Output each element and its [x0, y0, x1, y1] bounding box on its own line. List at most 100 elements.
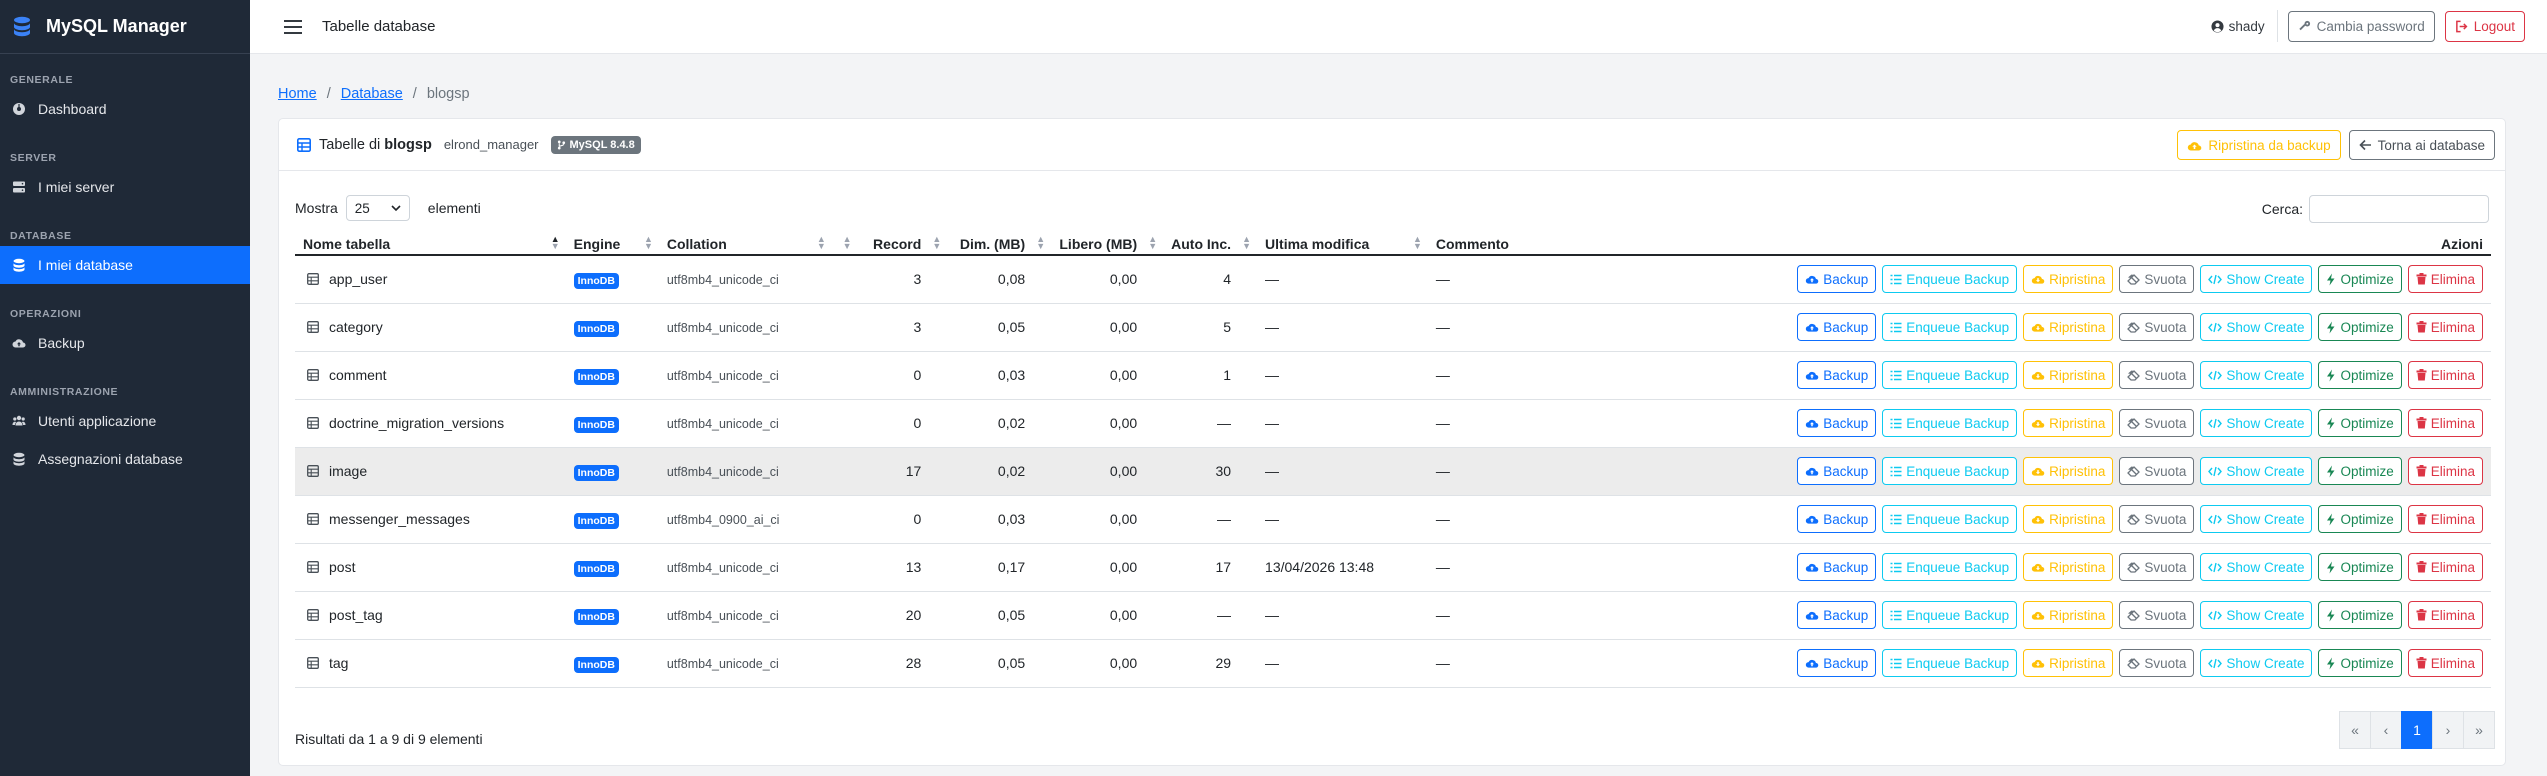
- restore-from-backup-button[interactable]: Ripristina da backup: [2177, 130, 2341, 160]
- column-header-8[interactable]: Auto Inc. ▲ ▼: [1163, 233, 1258, 256]
- sidebar-item-dashboard[interactable]: Dashboard: [0, 90, 250, 128]
- last-page-button[interactable]: »: [2463, 711, 2495, 749]
- sidebar-item-servers[interactable]: I miei server: [0, 168, 250, 206]
- column-header-2[interactable]: Engine ▲ ▼: [565, 233, 659, 256]
- column-header-9[interactable]: Ultima modifica ▲ ▼: [1257, 233, 1428, 256]
- sidebar-item-app-users[interactable]: Utenti applicazione: [0, 402, 250, 440]
- truncate-button[interactable]: Svuota: [2119, 265, 2195, 294]
- next-page-button[interactable]: ›: [2432, 711, 2464, 749]
- optimize-button[interactable]: Optimize: [2318, 265, 2402, 294]
- restore-button[interactable]: Ripristina: [2023, 409, 2114, 437]
- show-create-button[interactable]: Show Create: [2200, 553, 2313, 581]
- page-1-button[interactable]: 1: [2401, 711, 2433, 749]
- sidebar-item-my-databases[interactable]: I miei database: [0, 246, 250, 284]
- backup-button[interactable]: Backup: [1797, 649, 1877, 677]
- show-create-button[interactable]: Show Create: [2200, 601, 2313, 629]
- enqueue-backup-button[interactable]: Enqueue Backup: [1882, 553, 2018, 581]
- delete-button[interactable]: Elimina: [2407, 457, 2483, 485]
- truncate-button[interactable]: Svuota: [2119, 505, 2195, 533]
- delete-button[interactable]: Elimina: [2407, 313, 2483, 341]
- show-create-button[interactable]: Show Create: [2200, 409, 2313, 437]
- optimize-button[interactable]: Optimize: [2318, 649, 2402, 677]
- show-create-label: Show Create: [2226, 319, 2305, 335]
- column-header-1[interactable]: Nome tabella ▲ ▼: [295, 233, 566, 256]
- first-page-button[interactable]: «: [2339, 711, 2371, 749]
- backup-button[interactable]: Backup: [1797, 313, 1877, 341]
- enqueue-backup-button[interactable]: Enqueue Backup: [1882, 409, 2018, 437]
- change-password-button[interactable]: Cambia password: [2287, 10, 2435, 42]
- truncate-button[interactable]: Svuota: [2119, 649, 2195, 677]
- optimize-button[interactable]: Optimize: [2318, 457, 2402, 485]
- restore-button[interactable]: Ripristina: [2023, 265, 2114, 294]
- backup-button[interactable]: Backup: [1797, 361, 1877, 389]
- show-create-button[interactable]: Show Create: [2200, 265, 2313, 294]
- table-cell: 0,08: [947, 255, 1052, 304]
- optimize-label: Optimize: [2340, 559, 2394, 575]
- backup-button[interactable]: Backup: [1797, 265, 1877, 294]
- delete-button[interactable]: Elimina: [2407, 409, 2483, 437]
- enqueue-backup-button[interactable]: Enqueue Backup: [1882, 313, 2018, 341]
- enqueue-backup-button[interactable]: Enqueue Backup: [1882, 505, 2018, 533]
- user-menu[interactable]: shady: [2211, 10, 2278, 42]
- enqueue-backup-button[interactable]: Enqueue Backup: [1882, 649, 2018, 677]
- delete-button[interactable]: Elimina: [2407, 553, 2483, 581]
- sidebar-item-backup[interactable]: Backup: [0, 324, 250, 362]
- show-create-button[interactable]: Show Create: [2200, 361, 2313, 389]
- truncate-button[interactable]: Svuota: [2119, 409, 2195, 437]
- backup-button[interactable]: Backup: [1797, 601, 1877, 629]
- brand[interactable]: MySQL Manager: [0, 0, 250, 54]
- delete-button[interactable]: Elimina: [2407, 265, 2483, 294]
- restore-button[interactable]: Ripristina: [2023, 457, 2114, 485]
- sidebar-item-db-assignments[interactable]: Assegnazioni database: [0, 440, 250, 478]
- enqueue-backup-button[interactable]: Enqueue Backup: [1882, 265, 2018, 294]
- delete-button[interactable]: Elimina: [2407, 649, 2483, 677]
- optimize-button[interactable]: Optimize: [2318, 361, 2402, 389]
- engine-badge: InnoDB: [573, 465, 619, 481]
- optimize-button[interactable]: Optimize: [2318, 553, 2402, 581]
- logout-button[interactable]: Logout: [2444, 10, 2525, 42]
- restore-button[interactable]: Ripristina: [2023, 649, 2114, 677]
- back-to-databases-button[interactable]: Torna ai database: [2348, 130, 2495, 160]
- show-create-button[interactable]: Show Create: [2200, 313, 2313, 341]
- restore-button[interactable]: Ripristina: [2023, 601, 2114, 629]
- breadcrumb-database-link[interactable]: Database: [341, 86, 403, 102]
- truncate-button[interactable]: Svuota: [2119, 457, 2195, 485]
- delete-button[interactable]: Elimina: [2407, 601, 2483, 629]
- backup-button[interactable]: Backup: [1797, 457, 1877, 485]
- truncate-button[interactable]: Svuota: [2119, 553, 2195, 581]
- column-header-6[interactable]: Dim. (MB) ▲ ▼: [947, 233, 1052, 256]
- optimize-button[interactable]: Optimize: [2318, 409, 2402, 437]
- collation: utf8mb4_unicode_ci: [666, 465, 779, 479]
- enqueue-backup-button[interactable]: Enqueue Backup: [1882, 361, 2018, 389]
- column-header-7[interactable]: Libero (MB) ▲ ▼: [1051, 233, 1164, 256]
- restore-button[interactable]: Ripristina: [2023, 505, 2114, 533]
- column-header-3[interactable]: Collation ▲ ▼: [658, 233, 832, 256]
- enqueue-backup-button[interactable]: Enqueue Backup: [1882, 457, 2018, 485]
- truncate-button[interactable]: Svuota: [2119, 601, 2195, 629]
- backup-button[interactable]: Backup: [1797, 553, 1877, 581]
- backup-button[interactable]: Backup: [1797, 409, 1877, 437]
- truncate-button[interactable]: Svuota: [2119, 361, 2195, 389]
- restore-button[interactable]: Ripristina: [2023, 361, 2114, 389]
- show-create-button[interactable]: Show Create: [2200, 649, 2313, 677]
- optimize-button[interactable]: Optimize: [2318, 505, 2402, 533]
- show-create-button[interactable]: Show Create: [2200, 505, 2313, 533]
- table-cell: utf8mb4_unicode_ci: [658, 399, 832, 448]
- column-header-10[interactable]: Commento: [1427, 233, 1674, 256]
- search-input[interactable]: [2309, 195, 2489, 223]
- optimize-button[interactable]: Optimize: [2318, 313, 2402, 341]
- delete-button[interactable]: Elimina: [2407, 361, 2483, 389]
- menu-toggle-icon[interactable]: [284, 19, 302, 34]
- delete-button[interactable]: Elimina: [2407, 505, 2483, 533]
- show-create-button[interactable]: Show Create: [2200, 457, 2313, 485]
- page-size-select[interactable]: 25: [345, 195, 410, 221]
- breadcrumb-home-link[interactable]: Home: [278, 86, 317, 102]
- backup-button[interactable]: Backup: [1797, 505, 1877, 533]
- enqueue-backup-button[interactable]: Enqueue Backup: [1882, 601, 2018, 629]
- optimize-button[interactable]: Optimize: [2318, 601, 2402, 629]
- previous-page-button[interactable]: ‹: [2370, 711, 2402, 749]
- restore-button[interactable]: Ripristina: [2023, 313, 2114, 341]
- column-header-5[interactable]: Record ▲ ▼: [857, 233, 948, 256]
- restore-button[interactable]: Ripristina: [2023, 553, 2114, 581]
- truncate-button[interactable]: Svuota: [2119, 313, 2195, 341]
